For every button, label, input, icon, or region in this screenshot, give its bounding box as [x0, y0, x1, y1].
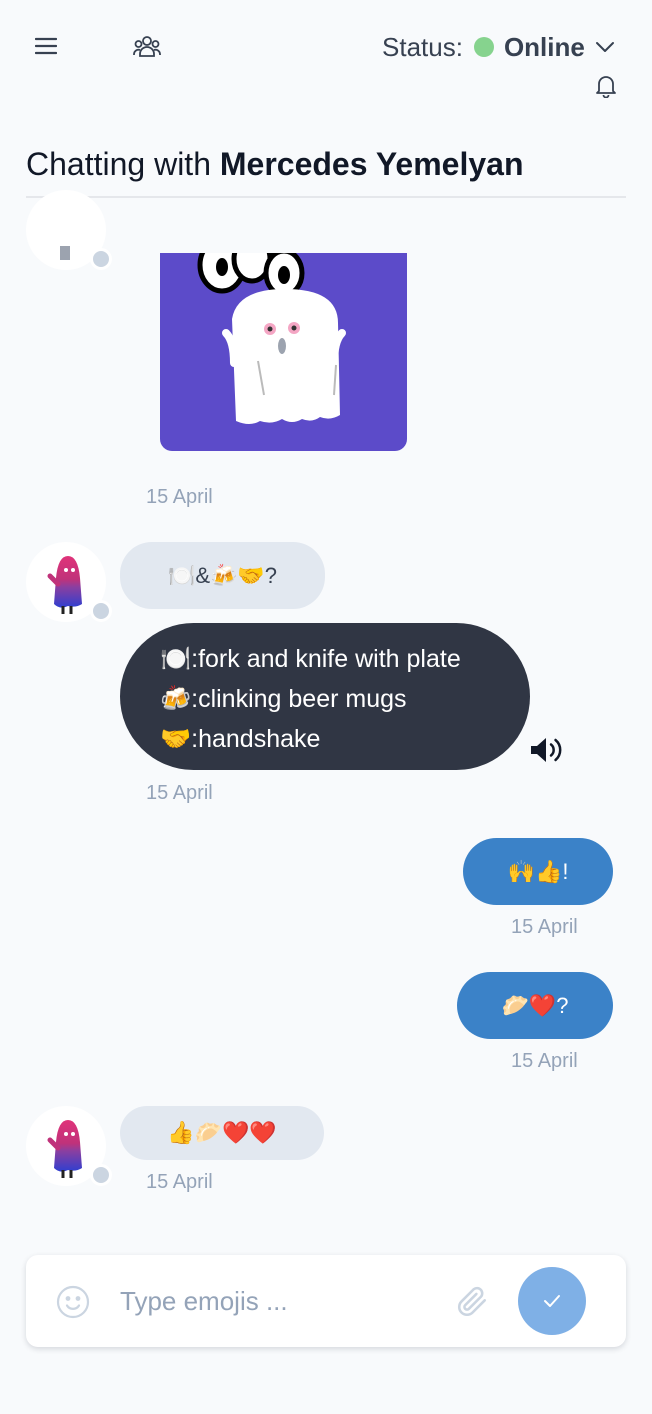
paperclip-icon [457, 1286, 487, 1317]
translation-line: 🍽️:fork and knife with plate [160, 645, 461, 673]
presence-indicator [90, 600, 112, 622]
menu-icon [35, 37, 57, 55]
status-label: Status: [382, 31, 463, 62]
chevron-down-icon [595, 41, 615, 53]
status-dropdown[interactable]: Status: Online [382, 30, 615, 64]
incoming-message-bubble[interactable]: 🍽️&🍻🤝? [120, 542, 325, 609]
message-time: 15 April [146, 486, 213, 508]
contact-avatar[interactable] [26, 190, 112, 270]
incoming-message-bubble[interactable]: 👍🥟❤️❤️ [120, 1106, 324, 1160]
notifications-button[interactable] [592, 72, 620, 100]
message-time: 15 April [146, 782, 213, 804]
translation-line: 🍻:clinking beer mugs [160, 685, 407, 713]
presence-indicator [90, 248, 112, 270]
message-time: 15 April [146, 1171, 213, 1193]
check-icon [544, 1295, 560, 1307]
presence-indicator [90, 1164, 112, 1186]
menu-button[interactable] [30, 30, 62, 62]
attach-button[interactable] [454, 1283, 490, 1319]
translation-line: 🤝:handshake [160, 725, 321, 753]
contact-name: Mercedes Yemelyan [219, 146, 524, 182]
contact-avatar[interactable] [26, 1106, 112, 1186]
outgoing-message-bubble[interactable]: 🥟❤️? [457, 972, 613, 1039]
read-aloud-button[interactable] [528, 734, 566, 766]
contact-avatar[interactable] [26, 542, 112, 622]
outgoing-message-bubble[interactable]: 🙌👍! [463, 838, 613, 905]
sticker-message[interactable] [160, 253, 407, 451]
translation-bubble[interactable]: 🍽️:fork and knife with plate 🍻:clinking … [120, 623, 530, 770]
people-icon [133, 36, 161, 57]
message-input[interactable] [120, 1281, 440, 1321]
header-divider [26, 196, 626, 198]
page-title: Chatting with Mercedes Yemelyan [26, 146, 523, 183]
send-button[interactable] [518, 1267, 586, 1335]
speaker-icon [531, 738, 562, 762]
contacts-button[interactable] [130, 30, 164, 62]
top-bar: Status: Online [0, 0, 652, 110]
emoji-picker-button[interactable] [56, 1285, 90, 1319]
message-time: 15 April [511, 916, 578, 938]
boo-ghost-sticker [160, 253, 407, 451]
message-time: 15 April [511, 1050, 578, 1072]
smiley-icon [56, 1285, 90, 1319]
bell-icon [596, 76, 616, 98]
chat-title-prefix: Chatting with [26, 146, 220, 182]
status-value: Online [503, 31, 585, 62]
status-online-dot [473, 37, 494, 57]
message-composer [26, 1255, 626, 1347]
